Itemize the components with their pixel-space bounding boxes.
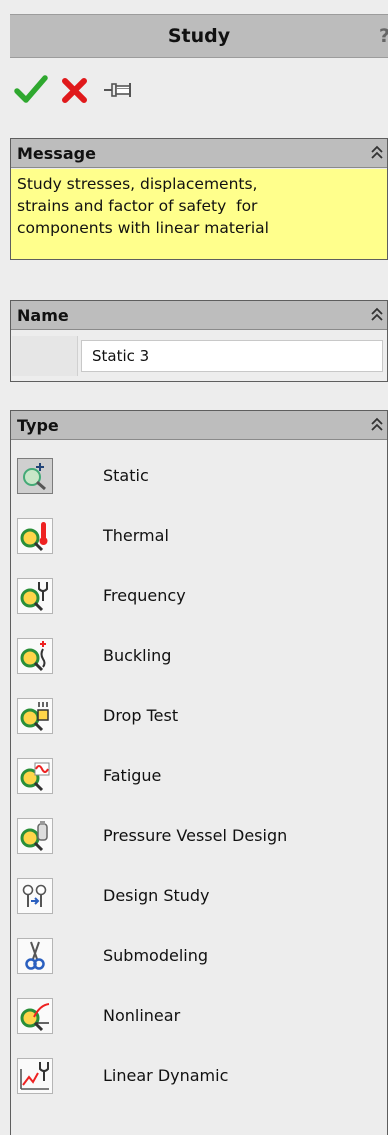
submodeling-study-icon (25, 941, 45, 970)
static-study-icon (23, 463, 46, 491)
type-group-header[interactable]: Type (11, 410, 387, 440)
message-group: Message Study stresses, displacements, s… (10, 138, 388, 260)
study-type-frequency[interactable]: Frequency (11, 566, 387, 626)
type-group: Type Static Thermal Frequency Buckling D… (10, 410, 388, 1135)
nonlinear-study-icon (20, 1003, 50, 1032)
collapse-chevron-icon[interactable] (370, 144, 384, 162)
panel-title: Study (167, 25, 231, 47)
study-property-manager: Study ? Message (10, 0, 388, 1135)
message-line: strains and factor of safety for (17, 197, 258, 215)
collapse-chevron-icon[interactable] (370, 416, 384, 434)
study-type-fatigue[interactable]: Fatigue (11, 746, 387, 806)
study-type-linear-dynamic[interactable]: Linear Dynamic (11, 1046, 387, 1106)
study-type-pressure-vessel-design[interactable]: Pressure Vessel Design (11, 806, 387, 866)
study-type-submodeling[interactable]: Submodeling (11, 926, 387, 986)
thermal-study-icon (20, 522, 48, 552)
study-type-drop-test[interactable]: Drop Test (11, 686, 387, 746)
title-bar: Study ? (10, 14, 388, 58)
checkmark-icon (14, 75, 48, 103)
buckling-study-icon (20, 641, 46, 672)
ok-button[interactable] (14, 72, 48, 108)
pin-button[interactable] (102, 72, 136, 108)
frequency-study-icon (20, 582, 48, 612)
message-group-header[interactable]: Message (11, 138, 387, 168)
study-type-nonlinear[interactable]: Nonlinear (11, 986, 387, 1046)
study-type-thermal[interactable]: Thermal (11, 506, 387, 566)
type-header-label: Type (17, 416, 59, 435)
study-type-design-study[interactable]: Design Study (11, 866, 387, 926)
pushpin-icon (104, 83, 131, 97)
drop-test-study-icon (20, 702, 49, 732)
message-header-label: Message (17, 144, 96, 163)
action-buttons (10, 72, 210, 112)
pressure-vessel-study-icon (20, 821, 48, 852)
cancel-button[interactable] (58, 72, 92, 108)
message-text: Study stresses, displacements, strains a… (11, 169, 387, 259)
design-study-icon (22, 884, 47, 907)
name-header-label: Name (17, 306, 69, 325)
collapse-chevron-icon[interactable] (370, 306, 384, 324)
message-line: components with linear material (17, 219, 269, 237)
linear-dynamic-study-icon (20, 1062, 49, 1090)
study-name-input[interactable]: Static 3 (81, 340, 383, 372)
name-group-header[interactable]: Name (11, 300, 387, 330)
x-icon (62, 78, 87, 103)
study-type-buckling[interactable]: Buckling (11, 626, 387, 686)
name-icon-cell (12, 336, 78, 376)
study-type-static[interactable]: Static (11, 446, 387, 506)
help-icon[interactable]: ? (379, 15, 388, 57)
fatigue-study-icon (20, 762, 50, 792)
name-group: Name Static 3 (10, 300, 388, 382)
message-line: Study stresses, displacements, (17, 175, 258, 193)
